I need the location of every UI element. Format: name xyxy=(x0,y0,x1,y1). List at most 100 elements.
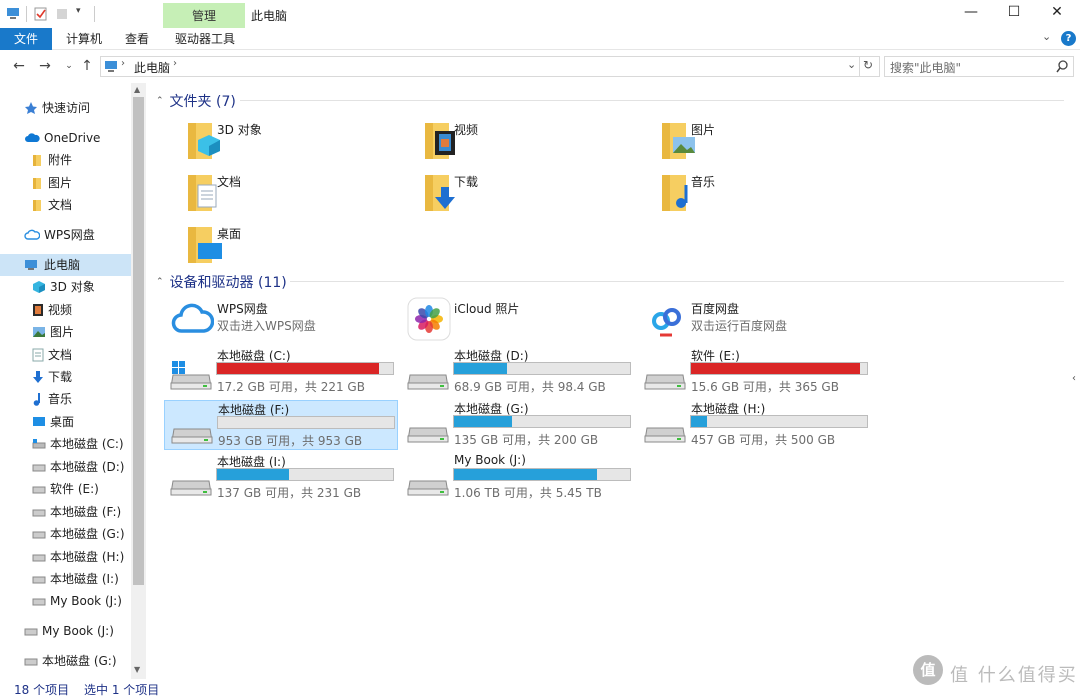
context-tab-manage[interactable]: 管理 xyxy=(163,3,245,28)
sidebar-item[interactable]: 音乐 xyxy=(32,388,72,410)
help-icon[interactable]: ? xyxy=(1061,31,1076,46)
drive-item[interactable]: 本地磁盘 (C:) 17.2 GB 可用，共 221 GB xyxy=(164,347,398,397)
forward-arrow-icon[interactable]: → xyxy=(36,58,54,74)
folders-group-header[interactable]: ⌃ 文件夹 (7) xyxy=(156,91,236,111)
sidebar-item[interactable]: 桌面 xyxy=(32,411,74,433)
collapse-chevron-icon[interactable]: ⌃ xyxy=(156,96,164,106)
drive-item[interactable]: My Book (J:) 1.06 TB 可用，共 5.45 TB xyxy=(401,453,635,503)
navigation-pane: 快速访问 OneDrive 附件 图片 文档 WPS网盘 此电脑 3D 对象 视频 图片 文档 下载音… xyxy=(0,83,146,679)
sidebar-item-label: 附件 xyxy=(48,153,73,167)
maximize-icon[interactable]: ☐ xyxy=(991,4,1037,24)
sidebar-item[interactable]: 本地磁盘 (G:) xyxy=(32,523,125,545)
sidebar-item[interactable]: 文档 xyxy=(32,344,72,366)
drive-item[interactable]: 本地磁盘 (F:) 953 GB 可用，共 953 GB xyxy=(164,400,398,450)
sidebar-item[interactable]: 图片 xyxy=(32,321,74,343)
sidebar-item[interactable]: 本地磁盘 (G:) xyxy=(24,650,117,672)
sidebar-item[interactable]: 文档 xyxy=(32,194,72,216)
search-placeholder: 搜索"此电脑" xyxy=(890,61,962,75)
folder-item[interactable]: 视频 xyxy=(407,115,637,163)
refresh-icon[interactable]: ↻ xyxy=(863,58,873,72)
computer-icon xyxy=(105,61,117,72)
back-arrow-icon[interactable]: ← xyxy=(10,58,28,74)
sidebar-item[interactable]: 图片 xyxy=(32,172,72,194)
sidebar-item[interactable]: OneDrive xyxy=(24,127,100,149)
drive-icon xyxy=(32,573,46,585)
sidebar-item[interactable]: 软件 (E:) xyxy=(32,478,99,500)
folder-item[interactable]: 桌面 xyxy=(170,219,400,267)
sidebar-item[interactable]: 本地磁盘 (F:) xyxy=(32,501,121,523)
drive-usage-fill xyxy=(454,416,513,427)
sidebar-item[interactable]: 快速访问 xyxy=(24,97,90,119)
folder-item[interactable]: 音乐 xyxy=(644,167,874,215)
sidebar-item[interactable]: WPS网盘 xyxy=(24,224,95,246)
folder-label: 图片 xyxy=(691,123,716,137)
sidebar-item[interactable]: 本地磁盘 (C:) xyxy=(32,433,124,455)
sidebar-item-label: 本地磁盘 (F:) xyxy=(50,505,122,519)
address-dropdown-icon[interactable]: ⌄ xyxy=(847,58,856,71)
tab-view[interactable]: 查看 xyxy=(113,28,161,50)
devices-group-header[interactable]: ⌃ 设备和驱动器 (11) xyxy=(156,272,287,292)
pane-expand-icon[interactable]: ‹ xyxy=(1072,373,1076,384)
cloud-service-item[interactable]: iCloud 照片 xyxy=(401,295,635,343)
scrollbar-thumb[interactable] xyxy=(133,97,144,585)
drive-item[interactable]: 本地磁盘 (D:) 68.9 GB 可用，共 98.4 GB xyxy=(401,347,635,397)
drive-item[interactable]: 本地磁盘 (H:) 457 GB 可用，共 500 GB xyxy=(638,400,872,450)
quick-access-dropdown-icon[interactable]: ▾ xyxy=(76,6,81,16)
drive-item[interactable]: 软件 (E:) 15.6 GB 可用，共 365 GB xyxy=(638,347,872,397)
sidebar-item[interactable]: 附件 xyxy=(32,149,72,171)
tab-file[interactable]: 文件 xyxy=(0,28,52,50)
folder-item[interactable]: 下载 xyxy=(407,167,637,215)
service-name: 百度网盘 xyxy=(691,302,740,316)
window-title: 此电脑 xyxy=(251,9,288,23)
drive-icon xyxy=(32,506,46,518)
expand-ribbon-icon[interactable]: ⌄ xyxy=(1042,30,1051,43)
properties-icon[interactable] xyxy=(34,7,48,21)
new-folder-icon[interactable] xyxy=(56,7,68,21)
minimize-icon[interactable]: — xyxy=(948,4,994,24)
folder-item[interactable]: 图片 xyxy=(644,115,874,163)
sidebar-item-label: 此电脑 xyxy=(44,258,81,272)
scroll-up-icon[interactable]: ▲ xyxy=(134,85,140,94)
drive-usage-bar xyxy=(690,415,868,428)
sidebar-item[interactable]: 3D 对象 xyxy=(32,276,95,298)
folder-item[interactable]: 文档 xyxy=(170,167,400,215)
cloud-service-item[interactable]: WPS网盘 双击进入WPS网盘 xyxy=(164,295,398,343)
folder-label: 3D 对象 xyxy=(217,123,262,137)
icloud-photos-icon xyxy=(407,297,451,341)
search-icon[interactable] xyxy=(1056,60,1069,73)
tab-computer[interactable]: 计算机 xyxy=(54,28,114,50)
drive-item[interactable]: 本地磁盘 (I:) 137 GB 可用，共 231 GB xyxy=(164,453,398,503)
cloud-service-item[interactable]: 百度网盘 双击运行百度网盘 xyxy=(638,295,872,343)
folder-label: 音乐 xyxy=(691,175,716,189)
tab-drive-tools[interactable]: 驱动器工具 xyxy=(163,28,247,50)
breadcrumb-chevron-icon[interactable]: › xyxy=(173,58,177,69)
sidebar-item[interactable]: My Book (J:) xyxy=(24,620,114,642)
up-arrow-icon[interactable]: ↑ xyxy=(78,58,96,74)
drive-item[interactable]: 本地磁盘 (G:) 135 GB 可用，共 200 GB xyxy=(401,400,635,450)
sidebar-item-label: 文档 xyxy=(48,198,73,212)
address-box[interactable]: › 此电脑 › ⌄ ↻ xyxy=(100,56,880,77)
desktop-icon xyxy=(32,416,46,428)
breadcrumb[interactable]: 此电脑 xyxy=(134,59,170,76)
drive-icon xyxy=(24,655,38,667)
drive-free-space: 137 GB 可用，共 231 GB xyxy=(217,486,362,500)
service-subtitle: 双击进入WPS网盘 xyxy=(217,319,316,333)
sidebar-item[interactable]: 此电脑 xyxy=(0,254,131,276)
sidebar-item[interactable]: My Book (J:) xyxy=(32,590,122,612)
sidebar-item[interactable]: 视频 xyxy=(32,299,72,321)
sidebar-item[interactable]: 下载 xyxy=(32,366,72,388)
sidebar-item[interactable]: 本地磁盘 (H:) xyxy=(32,546,124,568)
sidebar-item[interactable]: 本地磁盘 (I:) xyxy=(32,568,119,590)
breadcrumb-separator-icon[interactable]: › xyxy=(121,58,125,69)
cloud-outline-icon xyxy=(24,229,40,241)
computer-icon xyxy=(24,258,40,272)
close-icon[interactable]: ✕ xyxy=(1034,4,1080,24)
search-input[interactable]: 搜索"此电脑" xyxy=(884,56,1074,77)
scroll-down-icon[interactable]: ▼ xyxy=(134,665,140,674)
collapse-chevron-icon[interactable]: ⌃ xyxy=(156,277,164,287)
sidebar-item[interactable]: 本地磁盘 (D:) xyxy=(32,456,124,478)
folder-item[interactable]: 3D 对象 xyxy=(170,115,400,163)
nav-scrollbar[interactable]: ▲ ▼ xyxy=(131,83,146,679)
recent-locations-icon[interactable]: ⌄ xyxy=(60,61,78,71)
sidebar-item-label: 视频 xyxy=(48,303,73,317)
